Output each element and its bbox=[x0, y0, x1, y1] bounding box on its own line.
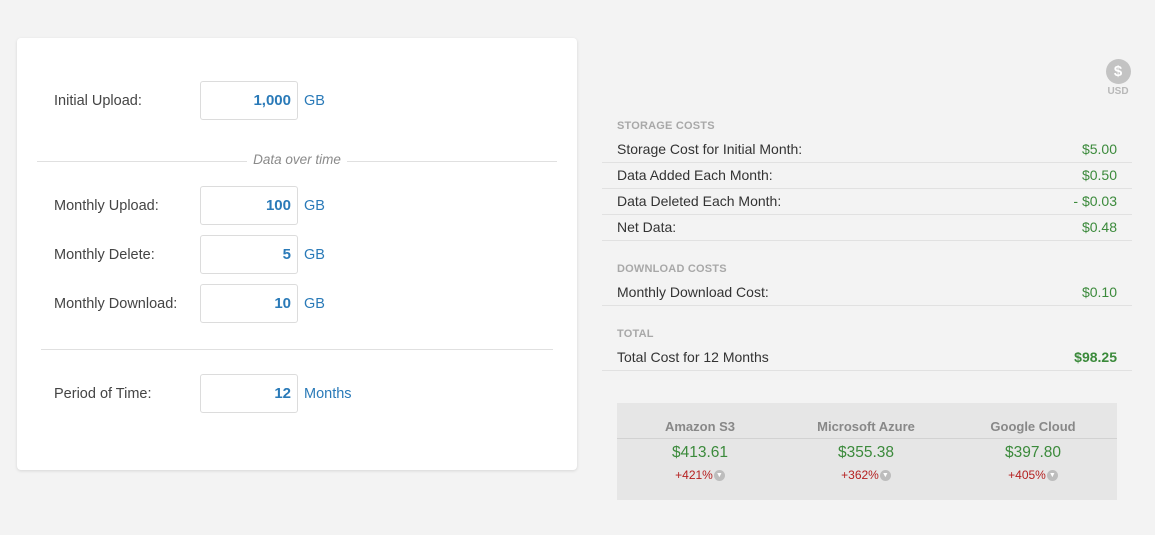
initial-upload-input[interactable] bbox=[200, 81, 298, 120]
provider-amazon-s3: Amazon S3 $413.61 +421% ▼ bbox=[617, 403, 783, 482]
period-label: Period of Time: bbox=[54, 386, 152, 402]
cost-row: Data Deleted Each Month: - $0.03 bbox=[602, 189, 1132, 215]
provider-microsoft-azure: Microsoft Azure $355.38 +362% ▼ bbox=[783, 403, 949, 482]
difference-percent: +421% bbox=[675, 468, 713, 482]
provider-comparison: Amazon S3 $413.61 +421% ▼ Microsoft Azur… bbox=[617, 403, 1117, 500]
total-heading: TOTAL bbox=[617, 328, 654, 340]
provider-name: Google Cloud bbox=[990, 419, 1076, 434]
cost-value: $0.10 bbox=[1081, 284, 1117, 300]
cost-row: Monthly Download Cost: $0.10 bbox=[602, 280, 1132, 306]
difference-percent: +405% bbox=[1008, 468, 1046, 482]
chevron-down-icon[interactable]: ▼ bbox=[713, 469, 725, 481]
provider-google-cloud: Google Cloud $397.80 +405% ▼ bbox=[950, 403, 1116, 482]
data-over-time-title: Data over time bbox=[247, 152, 347, 167]
monthly-delete-row: Monthly Delete: GB bbox=[17, 235, 577, 275]
calculator-input-panel: Initial Upload: GB Data over time Monthl… bbox=[17, 38, 577, 470]
currency-selector[interactable]: $ USD bbox=[1103, 59, 1133, 97]
period-row: Period of Time: Months bbox=[17, 374, 577, 414]
dollar-icon: $ bbox=[1105, 59, 1131, 84]
difference-percent: +362% bbox=[841, 468, 879, 482]
monthly-upload-label: Monthly Upload: bbox=[54, 198, 159, 214]
monthly-delete-unit: GB bbox=[304, 247, 325, 263]
provider-price: $413.61 bbox=[671, 444, 729, 461]
total-value: $98.25 bbox=[1074, 349, 1117, 365]
provider-name: Amazon S3 bbox=[664, 419, 736, 434]
provider-name: Microsoft Azure bbox=[817, 419, 915, 434]
monthly-upload-input[interactable] bbox=[200, 186, 298, 225]
monthly-delete-label: Monthly Delete: bbox=[54, 247, 155, 263]
cost-value: $0.50 bbox=[1081, 167, 1117, 183]
initial-upload-row: Initial Upload: GB bbox=[17, 81, 577, 121]
cost-label: Data Added Each Month: bbox=[617, 167, 773, 183]
chevron-down-icon[interactable]: ▼ bbox=[879, 469, 891, 481]
cost-value: - $0.03 bbox=[1073, 193, 1117, 209]
provider-price: $355.38 bbox=[837, 444, 895, 461]
download-costs-heading: DOWNLOAD COSTS bbox=[617, 263, 727, 275]
cost-value: $5.00 bbox=[1081, 141, 1117, 157]
initial-upload-unit: GB bbox=[304, 93, 325, 109]
monthly-delete-input[interactable] bbox=[200, 235, 298, 274]
initial-upload-label: Initial Upload: bbox=[54, 93, 142, 109]
monthly-download-input[interactable] bbox=[200, 284, 298, 323]
cost-row: Storage Cost for Initial Month: $5.00 bbox=[602, 137, 1132, 163]
provider-difference[interactable]: +362% ▼ bbox=[783, 468, 949, 482]
period-divider bbox=[41, 349, 553, 350]
cost-row: Net Data: $0.48 bbox=[602, 215, 1132, 241]
cost-label: Storage Cost for Initial Month: bbox=[617, 141, 803, 157]
period-unit: Months bbox=[304, 386, 352, 402]
cost-row: Data Added Each Month: $0.50 bbox=[602, 163, 1132, 189]
monthly-upload-row: Monthly Upload: GB bbox=[17, 186, 577, 226]
cost-label: Net Data: bbox=[617, 219, 677, 235]
provider-difference[interactable]: +421% ▼ bbox=[617, 468, 783, 482]
currency-code: USD bbox=[1107, 86, 1129, 97]
monthly-download-unit: GB bbox=[304, 296, 325, 312]
data-over-time-divider: Data over time bbox=[37, 151, 557, 171]
cost-value: $0.48 bbox=[1081, 219, 1117, 235]
monthly-upload-unit: GB bbox=[304, 198, 325, 214]
monthly-download-row: Monthly Download: GB bbox=[17, 284, 577, 324]
storage-costs-heading: STORAGE COSTS bbox=[617, 120, 715, 132]
total-row: Total Cost for 12 Months $98.25 bbox=[602, 345, 1132, 371]
monthly-download-label: Monthly Download: bbox=[54, 296, 178, 312]
cost-label: Monthly Download Cost: bbox=[617, 284, 769, 300]
provider-difference[interactable]: +405% ▼ bbox=[950, 468, 1116, 482]
total-label: Total Cost for 12 Months bbox=[617, 349, 769, 365]
chevron-down-icon[interactable]: ▼ bbox=[1046, 469, 1058, 481]
cost-label: Data Deleted Each Month: bbox=[617, 193, 782, 209]
period-input[interactable] bbox=[200, 374, 298, 413]
provider-price: $397.80 bbox=[1004, 444, 1062, 461]
